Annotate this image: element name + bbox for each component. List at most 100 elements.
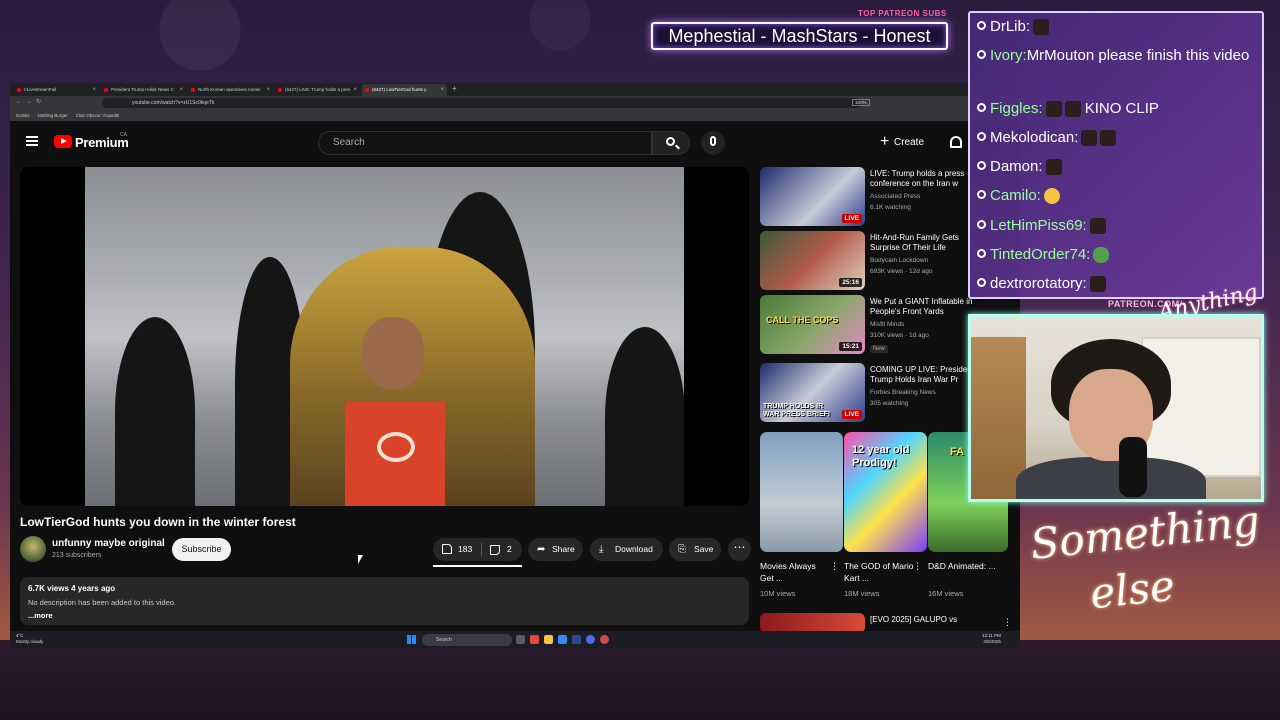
channel-avatar[interactable]: [20, 536, 46, 562]
browser-tab-active[interactable]: (6427) LowTierGod hunts y ×: [362, 84, 447, 96]
new-tab-button[interactable]: +: [452, 83, 457, 96]
save-button[interactable]: ⎘ Save: [669, 538, 721, 561]
notifications-bell-icon[interactable]: [950, 136, 962, 148]
discord-icon[interactable]: [586, 635, 595, 644]
save-label: Save: [694, 544, 714, 554]
search-icon: [666, 137, 675, 146]
view-count-age: 6.7K views 4 years ago: [28, 584, 116, 593]
system-clock[interactable]: 12:11 PM 4/6/2026: [982, 633, 1001, 645]
voice-search-button[interactable]: [701, 131, 725, 155]
close-tab-icon[interactable]: ×: [440, 84, 444, 96]
rec-title[interactable]: COMING UP LIVE: President Trump Holds Ir…: [870, 365, 980, 386]
short-title[interactable]: D&D Animated: ...: [928, 560, 998, 572]
rec-menu-icon[interactable]: ⋮: [1003, 617, 1012, 628]
subscriber-count: 213 subscribers: [52, 552, 102, 559]
hamburger-menu-icon[interactable]: [26, 136, 38, 146]
like-count[interactable]: 183: [458, 538, 472, 561]
task-view-icon[interactable]: [516, 635, 525, 644]
subscribe-button[interactable]: Subscribe: [172, 538, 231, 561]
close-tab-icon[interactable]: ×: [92, 84, 96, 96]
chat-username: Camilo:: [990, 187, 1041, 204]
chat-emote-icon: [1033, 19, 1050, 36]
rec-title[interactable]: Hit-And-Run Family Gets Surprise Of Thei…: [870, 233, 980, 254]
bookmark-item[interactable]: Nothing Burger: [38, 110, 68, 121]
chat-message: TintedOrder74:: [977, 243, 1263, 266]
create-button[interactable]: Create: [878, 130, 924, 155]
dislike-icon[interactable]: [490, 545, 500, 555]
rec-title[interactable]: LIVE: Trump holds a press conference on …: [870, 169, 980, 190]
rec-channel[interactable]: Bodycam Lockdown: [870, 257, 928, 264]
chat-message: Camilo:: [977, 184, 1263, 207]
browser-tab[interactable]: North Korean operatives runnin ×: [188, 84, 273, 96]
windows-start-icon[interactable]: [407, 635, 416, 644]
app-icon[interactable]: [558, 635, 567, 644]
weather-widget[interactable]: 4°C Mostly cloudy: [16, 633, 43, 645]
close-tab-icon[interactable]: ×: [266, 84, 270, 96]
url-field[interactable]: youtube.com/watch?v=zU1Sc0kqeTk: [102, 98, 862, 108]
rec-channel[interactable]: Associated Press: [870, 193, 920, 200]
description-more-link[interactable]: ...more: [28, 611, 53, 620]
tab-bar: r/LivestreamFail × President Trump Holds …: [10, 83, 1020, 96]
chat-badge-icon: [977, 160, 986, 170]
taskbar-search[interactable]: Search: [422, 634, 512, 646]
steam-icon[interactable]: [572, 635, 581, 644]
new-badge: New: [870, 345, 889, 353]
chat-emote-icon: [1089, 276, 1106, 293]
bookmark-item[interactable]: Dailies: [16, 110, 30, 121]
obs-icon[interactable]: [600, 635, 609, 644]
rec-thumbnail[interactable]: 25:16: [760, 231, 865, 290]
chat-emote-icon: [1093, 247, 1110, 264]
microphone-icon: [710, 136, 716, 146]
rec-channel[interactable]: Misfit Minds: [870, 321, 904, 328]
youtube-logo-icon[interactable]: [54, 135, 72, 148]
chat-message: LetHimPiss69:: [977, 214, 1263, 237]
bookmark-item[interactable]: Clair Obscur: Expediti: [76, 110, 120, 121]
chrome-icon[interactable]: [530, 635, 539, 644]
channel-name[interactable]: unfunny maybe original: [52, 538, 165, 549]
short-thumbnail[interactable]: [760, 432, 843, 552]
browser-tab[interactable]: (6427) LIVE: Trump holds a pres ×: [275, 84, 360, 96]
search-button[interactable]: [652, 131, 690, 155]
more-actions-button[interactable]: ⋯: [728, 538, 751, 561]
chat-username: LetHimPiss69:: [990, 217, 1087, 234]
browser-tab[interactable]: President Trump Holds News C ×: [101, 84, 186, 96]
chat-username: Figgles:: [990, 100, 1043, 117]
short-menu-icon[interactable]: ⋮: [913, 561, 922, 572]
video-player[interactable]: [20, 167, 749, 506]
short-menu-icon[interactable]: ⋮: [830, 561, 839, 572]
file-explorer-icon[interactable]: [544, 635, 553, 644]
rec-thumbnail[interactable]: CALL THE COPS 15:21: [760, 295, 865, 354]
description-box[interactable]: 6.7K views 4 years ago No description ha…: [20, 577, 749, 625]
video-scene-shape: [115, 317, 195, 506]
close-tab-icon[interactable]: ×: [179, 84, 183, 96]
rec-thumbnail[interactable]: [760, 613, 865, 633]
download-button[interactable]: ⤓ Download: [590, 538, 663, 561]
rec-thumbnail[interactable]: LIVE: [760, 167, 865, 226]
chat-badge-icon: [977, 219, 986, 229]
browser-tab[interactable]: r/LivestreamFail ×: [14, 84, 99, 96]
chat-message: Damon:: [977, 155, 1263, 178]
chat-message: Mekolodican:: [977, 126, 1263, 149]
short-title[interactable]: The GOD of Mario Kart ...: [844, 560, 914, 584]
webcam-feed: [968, 314, 1264, 502]
search-input[interactable]: Search: [318, 131, 652, 155]
zoom-level[interactable]: 160%: [852, 99, 870, 106]
chat-emote-icon: [1100, 130, 1117, 147]
dislike-count[interactable]: 2: [507, 538, 512, 561]
short-thumbnail[interactable]: 12 year old Prodigy!: [844, 432, 927, 552]
rec-thumbnail[interactable]: TRUMP HOLDS IR WAR PRESS BRIEFI LIVE: [760, 363, 865, 422]
chat-badge-icon: [977, 49, 986, 59]
chat-username: TintedOrder74:: [990, 246, 1091, 263]
rec-title[interactable]: We Put a GIANT Inflatable in People's Fr…: [870, 297, 980, 318]
chat-emote-icon: [1045, 159, 1062, 176]
rec-channel[interactable]: Forbes Breaking News: [870, 389, 936, 396]
shirt-logo: [377, 432, 415, 462]
address-bar-row: ←→↻ youtube.com/watch?v=zU1Sc0kqeTk 160%: [10, 96, 1020, 110]
nav-buttons[interactable]: ←→↻: [16, 98, 45, 105]
short-title[interactable]: Movies Always Get ...: [760, 560, 830, 584]
share-button[interactable]: ➦ Share: [528, 538, 583, 561]
close-tab-icon[interactable]: ×: [353, 84, 357, 96]
like-icon[interactable]: [442, 544, 452, 554]
live-badge: LIVE: [841, 410, 862, 419]
duration-badge: 25:16: [839, 278, 862, 287]
